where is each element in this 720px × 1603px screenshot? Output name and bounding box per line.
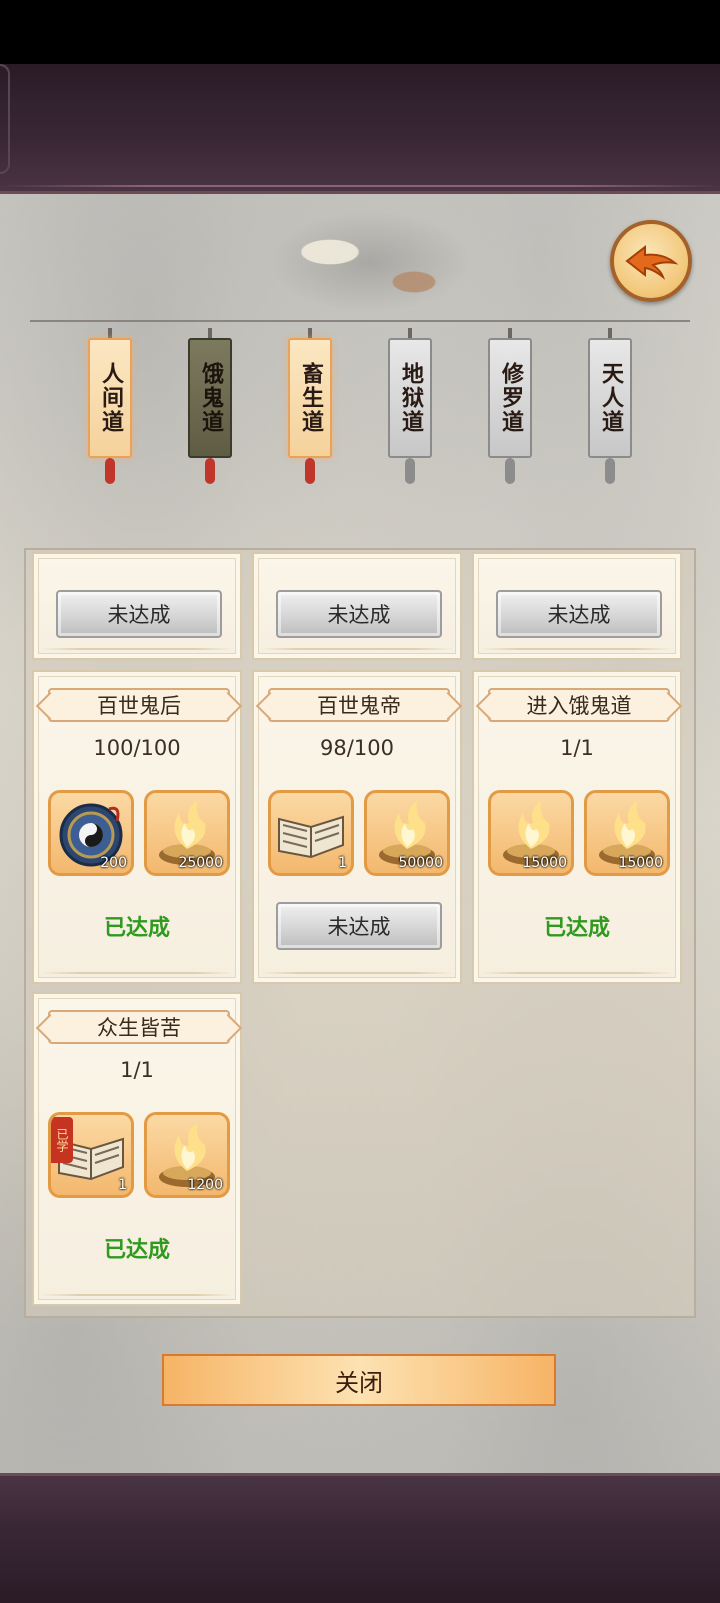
back-button[interactable] [610,220,692,302]
banner-rope [30,320,690,322]
path-tab[interactable]: 天人道 [588,328,632,484]
achievement-card: 进入饿鬼道 1/1 15000 15000 已达成 [472,670,682,984]
reward-quantity: 1200 [187,1177,223,1193]
reward-slot[interactable]: 25000 [144,790,230,876]
path-tab-label: 人间道 [88,338,132,458]
learned-badge: 已学 [51,1117,73,1163]
reward-slot[interactable]: 15000 [488,790,574,876]
reward-slot[interactable]: 已学 1 [48,1112,134,1198]
achievement-progress: 1/1 [120,1058,154,1082]
achievement-card: 百世鬼后 100/100 200 25000 已达成 [32,670,242,984]
path-tab[interactable]: 饿鬼道 [188,328,232,484]
bottom-frame [0,1473,720,1603]
back-arrow-icon [625,244,679,280]
achievement-title: 百世鬼后 [48,688,230,722]
reward-slot[interactable]: 200 [48,790,134,876]
reward-slot[interactable]: 1200 [144,1112,230,1198]
close-button[interactable]: 关闭 [162,1354,556,1406]
achievement-progress: 100/100 [93,736,181,760]
achievement-card-top-1: 未达成 [252,552,462,660]
path-tab[interactable]: 人间道 [88,328,132,484]
tassel-icon [105,458,115,484]
achievement-progress: 1/1 [560,736,594,760]
achievement-title: 众生皆苦 [48,1010,230,1044]
path-tab[interactable]: 畜生道 [288,328,332,484]
achievement-card: 众生皆苦 1/1 已学 1 1200 已达成 [32,992,242,1306]
status-not-done-button[interactable]: 未达成 [276,590,442,638]
reward-quantity: 1 [118,1177,127,1193]
achievement-title: 百世鬼帝 [268,688,450,722]
path-tab-label: 畜生道 [288,338,332,458]
tassel-icon [605,458,615,484]
status-done-label: 已达成 [103,1238,170,1263]
reward-quantity: 25000 [178,855,223,871]
achievement-progress: 98/100 [320,736,394,760]
path-tab-label: 地狱道 [388,338,432,458]
tassel-icon [505,458,515,484]
top-frame [0,64,720,194]
achievement-card: 百世鬼帝 98/100 1 50000 未达成 [252,670,462,984]
reward-quantity: 50000 [398,855,443,871]
tassel-icon [305,458,315,484]
reward-quantity: 15000 [522,855,567,871]
achievement-card-top-2: 未达成 [472,552,682,660]
tassel-icon [205,458,215,484]
path-tab-label: 修罗道 [488,338,532,458]
achievement-title: 进入饿鬼道 [488,688,670,722]
status-done-label: 已达成 [543,916,610,941]
status-not-done-button[interactable]: 未达成 [56,590,222,638]
path-tab-label: 天人道 [588,338,632,458]
reward-slot[interactable]: 15000 [584,790,670,876]
achievement-card-top-0: 未达成 [32,552,242,660]
status-done-label: 已达成 [103,916,170,941]
reward-quantity: 1 [338,855,347,871]
path-tab-label: 饿鬼道 [188,338,232,458]
reward-quantity: 200 [100,855,127,871]
status-not-done-button[interactable]: 未达成 [276,902,442,950]
reward-slot[interactable]: 50000 [364,790,450,876]
status-bar [0,0,720,64]
reward-quantity: 15000 [618,855,663,871]
status-not-done-button[interactable]: 未达成 [496,590,662,638]
tassel-icon [405,458,415,484]
reward-slot[interactable]: 1 [268,790,354,876]
yinyang-cloud-decoration [270,212,470,312]
side-tab [0,64,10,174]
path-tab[interactable]: 修罗道 [488,328,532,484]
path-tab[interactable]: 地狱道 [388,328,432,484]
